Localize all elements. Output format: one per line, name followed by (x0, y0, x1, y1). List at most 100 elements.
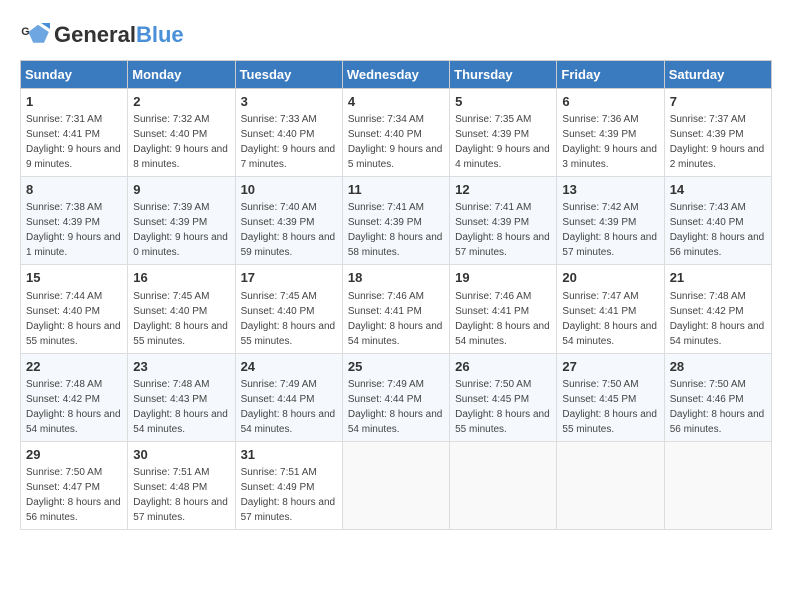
calendar-cell: 22 Sunrise: 7:48 AMSunset: 4:42 PMDaylig… (21, 353, 128, 441)
day-number: 11 (348, 181, 444, 199)
day-info: Sunrise: 7:41 AMSunset: 4:39 PMDaylight:… (455, 202, 550, 258)
calendar-cell: 29 Sunrise: 7:50 AMSunset: 4:47 PMDaylig… (21, 441, 128, 529)
day-number: 12 (455, 181, 551, 199)
day-number: 16 (133, 269, 229, 287)
weekday-saturday: Saturday (664, 61, 771, 89)
day-number: 28 (670, 358, 766, 376)
calendar-cell: 5 Sunrise: 7:35 AMSunset: 4:39 PMDayligh… (450, 89, 557, 177)
day-number: 20 (562, 269, 658, 287)
calendar-cell: 10 Sunrise: 7:40 AMSunset: 4:39 PMDaylig… (235, 177, 342, 265)
day-number: 24 (241, 358, 337, 376)
day-number: 8 (26, 181, 122, 199)
weekday-friday: Friday (557, 61, 664, 89)
day-number: 2 (133, 93, 229, 111)
calendar-cell: 25 Sunrise: 7:49 AMSunset: 4:44 PMDaylig… (342, 353, 449, 441)
day-info: Sunrise: 7:32 AMSunset: 4:40 PMDaylight:… (133, 114, 228, 170)
day-number: 4 (348, 93, 444, 111)
day-info: Sunrise: 7:33 AMSunset: 4:40 PMDaylight:… (241, 114, 336, 170)
weekday-header-row: SundayMondayTuesdayWednesdayThursdayFrid… (21, 61, 772, 89)
day-number: 31 (241, 446, 337, 464)
calendar-cell: 15 Sunrise: 7:44 AMSunset: 4:40 PMDaylig… (21, 265, 128, 353)
day-info: Sunrise: 7:48 AMSunset: 4:43 PMDaylight:… (133, 379, 228, 435)
calendar-cell: 17 Sunrise: 7:45 AMSunset: 4:40 PMDaylig… (235, 265, 342, 353)
calendar-cell (557, 441, 664, 529)
logo-icon: G (20, 20, 50, 50)
day-info: Sunrise: 7:46 AMSunset: 4:41 PMDaylight:… (455, 291, 550, 347)
calendar-cell: 27 Sunrise: 7:50 AMSunset: 4:45 PMDaylig… (557, 353, 664, 441)
calendar-cell (450, 441, 557, 529)
header: G GeneralBlue (20, 20, 772, 50)
day-info: Sunrise: 7:50 AMSunset: 4:45 PMDaylight:… (455, 379, 550, 435)
day-info: Sunrise: 7:44 AMSunset: 4:40 PMDaylight:… (26, 291, 121, 347)
day-number: 13 (562, 181, 658, 199)
day-number: 7 (670, 93, 766, 111)
day-info: Sunrise: 7:43 AMSunset: 4:40 PMDaylight:… (670, 202, 765, 258)
day-info: Sunrise: 7:40 AMSunset: 4:39 PMDaylight:… (241, 202, 336, 258)
calendar-cell: 19 Sunrise: 7:46 AMSunset: 4:41 PMDaylig… (450, 265, 557, 353)
week-row-2: 8 Sunrise: 7:38 AMSunset: 4:39 PMDayligh… (21, 177, 772, 265)
day-info: Sunrise: 7:42 AMSunset: 4:39 PMDaylight:… (562, 202, 657, 258)
day-number: 21 (670, 269, 766, 287)
week-row-5: 29 Sunrise: 7:50 AMSunset: 4:47 PMDaylig… (21, 441, 772, 529)
calendar-cell: 8 Sunrise: 7:38 AMSunset: 4:39 PMDayligh… (21, 177, 128, 265)
calendar-cell: 28 Sunrise: 7:50 AMSunset: 4:46 PMDaylig… (664, 353, 771, 441)
week-row-4: 22 Sunrise: 7:48 AMSunset: 4:42 PMDaylig… (21, 353, 772, 441)
day-info: Sunrise: 7:49 AMSunset: 4:44 PMDaylight:… (348, 379, 443, 435)
calendar-cell: 26 Sunrise: 7:50 AMSunset: 4:45 PMDaylig… (450, 353, 557, 441)
day-number: 22 (26, 358, 122, 376)
calendar-cell: 30 Sunrise: 7:51 AMSunset: 4:48 PMDaylig… (128, 441, 235, 529)
calendar: SundayMondayTuesdayWednesdayThursdayFrid… (20, 60, 772, 530)
calendar-cell: 2 Sunrise: 7:32 AMSunset: 4:40 PMDayligh… (128, 89, 235, 177)
day-info: Sunrise: 7:49 AMSunset: 4:44 PMDaylight:… (241, 379, 336, 435)
day-info: Sunrise: 7:46 AMSunset: 4:41 PMDaylight:… (348, 291, 443, 347)
day-number: 10 (241, 181, 337, 199)
weekday-thursday: Thursday (450, 61, 557, 89)
day-info: Sunrise: 7:35 AMSunset: 4:39 PMDaylight:… (455, 114, 550, 170)
day-number: 27 (562, 358, 658, 376)
day-number: 14 (670, 181, 766, 199)
logo: G GeneralBlue (20, 20, 184, 50)
day-number: 25 (348, 358, 444, 376)
calendar-cell: 24 Sunrise: 7:49 AMSunset: 4:44 PMDaylig… (235, 353, 342, 441)
day-info: Sunrise: 7:31 AMSunset: 4:41 PMDaylight:… (26, 114, 121, 170)
calendar-cell: 3 Sunrise: 7:33 AMSunset: 4:40 PMDayligh… (235, 89, 342, 177)
day-number: 9 (133, 181, 229, 199)
day-info: Sunrise: 7:51 AMSunset: 4:49 PMDaylight:… (241, 467, 336, 523)
day-info: Sunrise: 7:34 AMSunset: 4:40 PMDaylight:… (348, 114, 443, 170)
calendar-cell: 12 Sunrise: 7:41 AMSunset: 4:39 PMDaylig… (450, 177, 557, 265)
weekday-tuesday: Tuesday (235, 61, 342, 89)
day-info: Sunrise: 7:50 AMSunset: 4:46 PMDaylight:… (670, 379, 765, 435)
calendar-cell (664, 441, 771, 529)
calendar-cell: 20 Sunrise: 7:47 AMSunset: 4:41 PMDaylig… (557, 265, 664, 353)
week-row-1: 1 Sunrise: 7:31 AMSunset: 4:41 PMDayligh… (21, 89, 772, 177)
weekday-wednesday: Wednesday (342, 61, 449, 89)
day-number: 5 (455, 93, 551, 111)
calendar-cell: 6 Sunrise: 7:36 AMSunset: 4:39 PMDayligh… (557, 89, 664, 177)
day-info: Sunrise: 7:48 AMSunset: 4:42 PMDaylight:… (26, 379, 121, 435)
day-info: Sunrise: 7:51 AMSunset: 4:48 PMDaylight:… (133, 467, 228, 523)
svg-text:G: G (21, 26, 29, 38)
weekday-sunday: Sunday (21, 61, 128, 89)
day-number: 15 (26, 269, 122, 287)
calendar-cell: 18 Sunrise: 7:46 AMSunset: 4:41 PMDaylig… (342, 265, 449, 353)
calendar-cell: 1 Sunrise: 7:31 AMSunset: 4:41 PMDayligh… (21, 89, 128, 177)
day-number: 6 (562, 93, 658, 111)
day-info: Sunrise: 7:48 AMSunset: 4:42 PMDaylight:… (670, 291, 765, 347)
day-info: Sunrise: 7:45 AMSunset: 4:40 PMDaylight:… (133, 291, 228, 347)
day-number: 23 (133, 358, 229, 376)
calendar-cell: 21 Sunrise: 7:48 AMSunset: 4:42 PMDaylig… (664, 265, 771, 353)
day-info: Sunrise: 7:37 AMSunset: 4:39 PMDaylight:… (670, 114, 765, 170)
calendar-cell: 23 Sunrise: 7:48 AMSunset: 4:43 PMDaylig… (128, 353, 235, 441)
calendar-cell: 31 Sunrise: 7:51 AMSunset: 4:49 PMDaylig… (235, 441, 342, 529)
day-number: 1 (26, 93, 122, 111)
day-number: 19 (455, 269, 551, 287)
calendar-cell: 7 Sunrise: 7:37 AMSunset: 4:39 PMDayligh… (664, 89, 771, 177)
day-info: Sunrise: 7:47 AMSunset: 4:41 PMDaylight:… (562, 291, 657, 347)
day-info: Sunrise: 7:50 AMSunset: 4:45 PMDaylight:… (562, 379, 657, 435)
calendar-cell: 13 Sunrise: 7:42 AMSunset: 4:39 PMDaylig… (557, 177, 664, 265)
calendar-cell: 4 Sunrise: 7:34 AMSunset: 4:40 PMDayligh… (342, 89, 449, 177)
day-number: 29 (26, 446, 122, 464)
calendar-cell: 14 Sunrise: 7:43 AMSunset: 4:40 PMDaylig… (664, 177, 771, 265)
day-number: 17 (241, 269, 337, 287)
day-number: 3 (241, 93, 337, 111)
